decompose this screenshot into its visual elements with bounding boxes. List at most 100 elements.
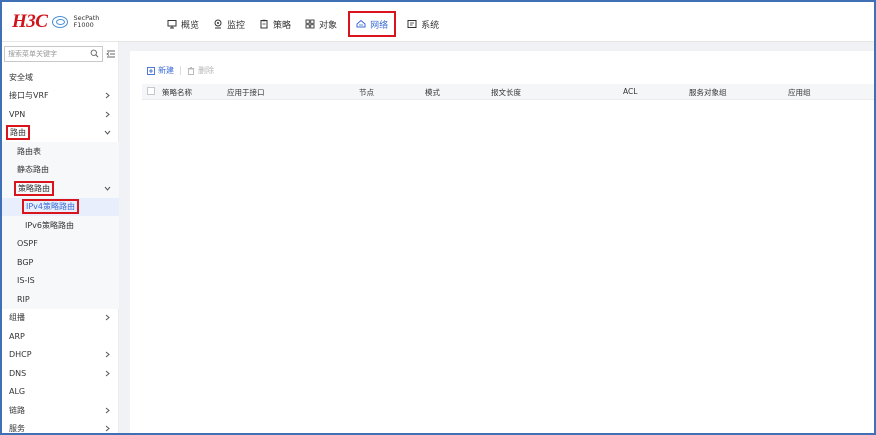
sidebar-item-label: 链路 [9, 405, 25, 415]
select-all-checkbox[interactable] [147, 87, 155, 95]
delete-button-label: 删除 [198, 66, 214, 75]
sidebar-item-dhcp[interactable]: DHCP [2, 346, 119, 365]
nav-label: 对象 [319, 20, 338, 31]
network-icon [356, 19, 366, 28]
sidebar-item-label: OSPF [17, 239, 38, 249]
app-window: H3C SecPath F1000 概览 监控 策略 对象 网络 系统 搜索菜单… [0, 0, 876, 435]
sidebar-item-is-is[interactable]: IS-IS [2, 271, 119, 290]
column-header-policy-name[interactable]: 策略名称 [162, 87, 192, 98]
new-button-label: 新建 [158, 66, 174, 75]
nav-overview[interactable]: 概览 [162, 11, 204, 37]
collapse-menu-icon[interactable] [106, 49, 116, 59]
sidebar-item-ipv4-policy-routing[interactable]: IPv4策略路由 [2, 197, 119, 216]
menu-search-input[interactable]: 搜索菜单关键字 [4, 46, 103, 62]
toolbar-divider [180, 66, 181, 75]
sidebar-item-ospf[interactable]: OSPF [2, 234, 119, 253]
sidebar-item-service[interactable]: 服务 [2, 420, 119, 433]
sidebar-item-label: ALG [9, 387, 26, 397]
grid-icon [305, 19, 315, 29]
product-line-2: F1000 [73, 21, 94, 29]
product-name: SecPath F1000 [73, 14, 99, 30]
nav-policy[interactable]: 策略 [254, 11, 296, 37]
content-panel: 新建 删除 策略名称 应用于接口 节点 模式 报文长度 ACL 服务对象组 应用… [130, 51, 874, 433]
chevron-right-icon [105, 92, 110, 99]
nav-label: 监控 [227, 20, 246, 31]
column-header-interface[interactable]: 应用于接口 [227, 87, 265, 98]
plus-box-icon [147, 66, 155, 75]
system-icon [407, 20, 417, 28]
sidebar-item-label: 静态路由 [17, 165, 49, 175]
delete-button[interactable]: 删除 [187, 65, 214, 76]
sidebar-item-label: RIP [17, 294, 30, 304]
sidebar-item-multicast[interactable]: 组播 [2, 309, 119, 328]
sidebar-item-label: 路由表 [17, 146, 41, 156]
sidebar: 搜索菜单关键字 安全域 接口与VRF VPN 路由 路由表 静态路由 策略路由 … [2, 42, 119, 433]
sidebar-item-alg[interactable]: ALG [2, 383, 119, 402]
logo-text: H3C [12, 11, 48, 32]
sidebar-item-bgp[interactable]: BGP [2, 253, 119, 272]
sidebar-item-routing[interactable]: 路由 [2, 124, 119, 143]
nav-label: 策略 [273, 20, 292, 31]
column-header-mode[interactable]: 模式 [425, 87, 440, 98]
search-placeholder: 搜索菜单关键字 [8, 50, 57, 58]
sidebar-item-dns[interactable]: DNS [2, 364, 119, 383]
nav-object[interactable]: 对象 [300, 11, 342, 37]
column-header-application-group[interactable]: 应用组 [788, 87, 811, 98]
chevron-right-icon [105, 314, 110, 321]
logo-mark-icon [52, 16, 69, 28]
sidebar-item-label: 路由 [6, 125, 30, 141]
new-button[interactable]: 新建 [147, 65, 174, 76]
nav-system[interactable]: 系统 [402, 11, 444, 37]
chevron-right-icon [105, 425, 110, 432]
sidebar-item-label: 组播 [9, 313, 25, 323]
chevron-down-icon [104, 186, 111, 191]
sidebar-item-label: 安全域 [9, 72, 33, 82]
chevron-right-icon [105, 370, 110, 377]
sidebar-item-routing-table[interactable]: 路由表 [2, 142, 119, 161]
nav-label: 网络 [370, 20, 389, 31]
nav-label: 概览 [181, 20, 200, 31]
nav-monitor[interactable]: 监控 [208, 11, 250, 37]
sidebar-item-label: VPN [9, 109, 26, 119]
monitor-icon [167, 20, 177, 29]
sidebar-item-label: 策略路由 [14, 180, 54, 196]
sidebar-item-label: DHCP [9, 350, 32, 360]
toolbar: 新建 删除 [147, 65, 214, 76]
chevron-down-icon [104, 130, 111, 136]
main-content: 新建 删除 策略名称 应用于接口 节点 模式 报文长度 ACL 服务对象组 应用… [119, 42, 874, 433]
sidebar-item-ipv6-policy-routing[interactable]: IPv6策略路由 [2, 216, 119, 235]
sidebar-item-label: DNS [9, 368, 27, 378]
chevron-right-icon [105, 407, 110, 414]
column-header-node[interactable]: 节点 [359, 87, 374, 98]
chevron-right-icon [105, 351, 110, 358]
location-pin-icon [214, 19, 222, 29]
sidebar-item-label: IPv6策略路由 [25, 220, 75, 230]
sidebar-item-interface-vrf[interactable]: 接口与VRF [2, 87, 119, 106]
nav-network[interactable]: 网络 [348, 11, 397, 37]
sidebar-item-vpn[interactable]: VPN [2, 105, 119, 124]
sidebar-item-label: IPv4策略路由 [22, 199, 80, 215]
trash-icon [187, 66, 195, 75]
sidebar-item-rip[interactable]: RIP [2, 290, 119, 309]
sidebar-item-arp[interactable]: ARP [2, 327, 119, 346]
column-header-packet-length[interactable]: 报文长度 [491, 87, 521, 98]
sidebar-item-static-route[interactable]: 静态路由 [2, 160, 119, 179]
top-bar: H3C SecPath F1000 概览 监控 策略 对象 网络 系统 [2, 2, 874, 42]
sidebar-item-label: BGP [17, 257, 34, 267]
sidebar-item-label: IS-IS [17, 276, 35, 286]
sidebar-item-security-zone[interactable]: 安全域 [2, 68, 119, 87]
sidebar-item-policy-routing[interactable]: 策略路由 [2, 179, 119, 198]
sidebar-item-label: ARP [9, 331, 25, 341]
nav-label: 系统 [421, 20, 440, 31]
sidebar-item-link[interactable]: 链路 [2, 401, 119, 420]
sidebar-menu: 安全域 接口与VRF VPN 路由 路由表 静态路由 策略路由 IPv4策略路由… [2, 68, 119, 433]
clipboard-icon [260, 19, 268, 29]
main-nav: 概览 监控 策略 对象 网络 系统 [162, 11, 448, 37]
search-icon[interactable] [90, 49, 99, 58]
table-header: 策略名称 应用于接口 节点 模式 报文长度 ACL 服务对象组 应用组 [142, 84, 874, 100]
sidebar-item-label: 接口与VRF [9, 91, 49, 101]
brand-logo[interactable]: H3C SecPath F1000 [12, 11, 99, 33]
column-header-service-object-group[interactable]: 服务对象组 [689, 87, 727, 98]
chevron-right-icon [105, 111, 110, 118]
column-header-acl[interactable]: ACL [623, 87, 637, 96]
